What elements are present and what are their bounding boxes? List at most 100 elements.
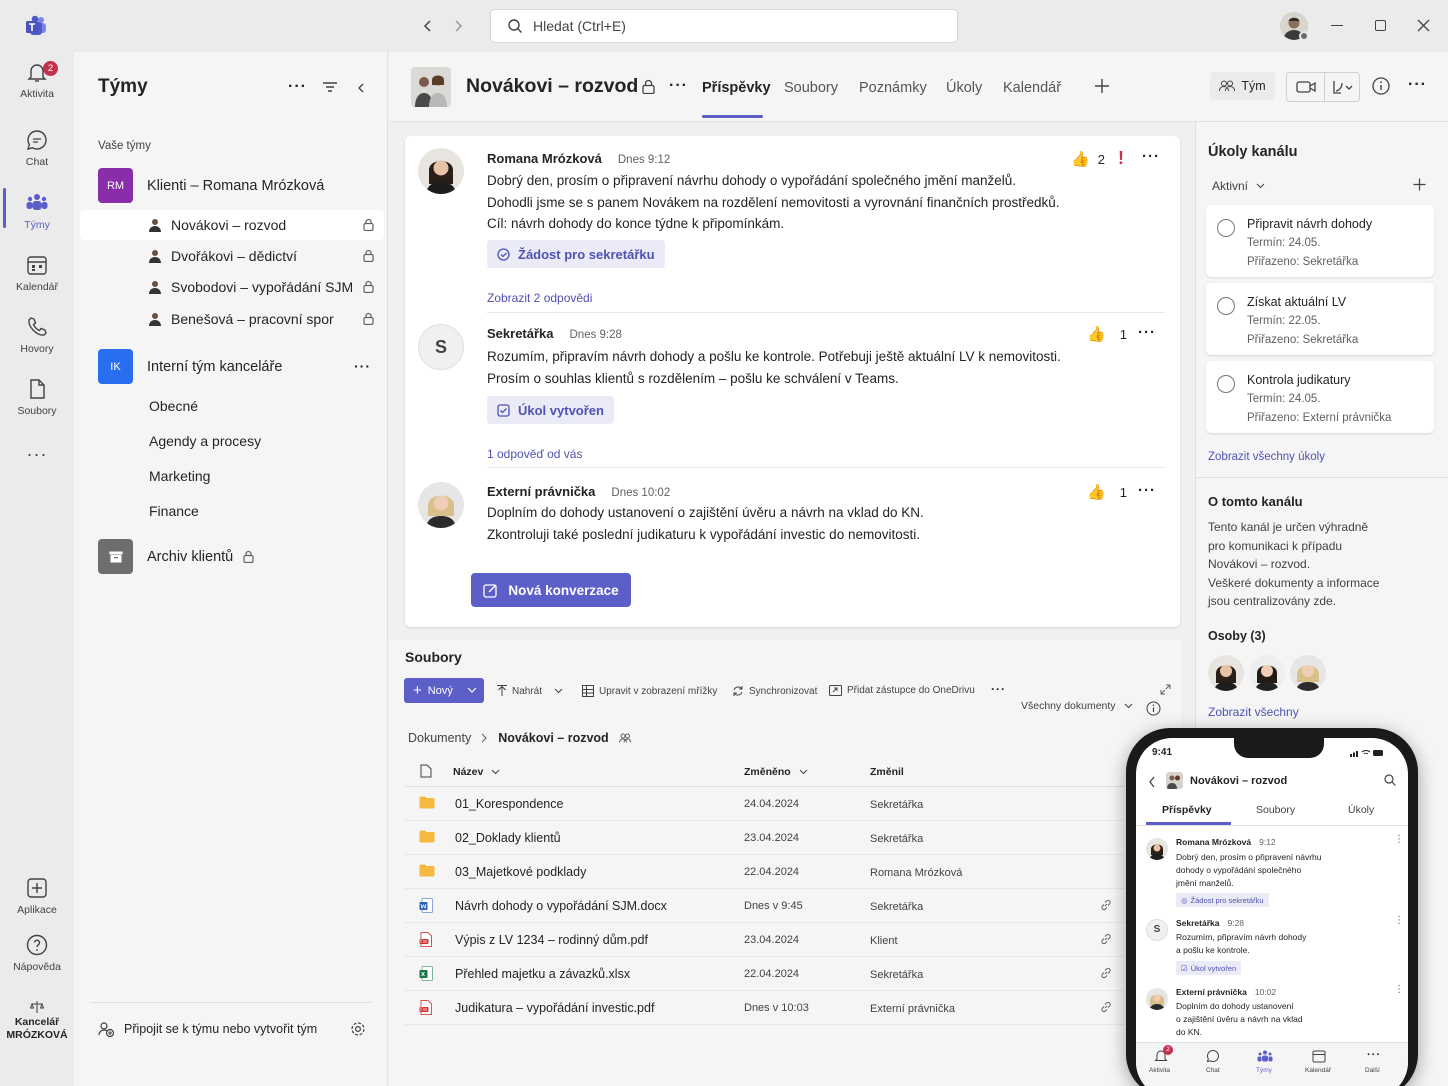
- rail-item-chat[interactable]: Chat: [0, 128, 74, 168]
- replies-link[interactable]: 1 odpověď od vás: [487, 447, 582, 461]
- person-avatar[interactable]: [1208, 655, 1244, 691]
- task-filter-dropdown[interactable]: Aktivní: [1212, 179, 1265, 193]
- expand-icon[interactable]: [1160, 684, 1171, 695]
- org-logo[interactable]: Kancelář MRÓZKOVÁ: [0, 1000, 74, 1042]
- post-author[interactable]: Sekretářka: [487, 326, 554, 341]
- phone-nav-more-icon[interactable]: ···: [1367, 1049, 1381, 1061]
- task-card[interactable]: Připravit návrh dohody Termín: 24.05. Př…: [1206, 205, 1434, 277]
- add-tab-icon[interactable]: [1094, 78, 1110, 94]
- rail-item-teams[interactable]: Týmy: [0, 191, 74, 231]
- phone-nav-chat[interactable]: [1206, 1049, 1220, 1063]
- settings-icon[interactable]: [350, 1021, 366, 1037]
- tab-poznamky[interactable]: Poznámky: [859, 80, 927, 96]
- channel-finance[interactable]: Finance: [149, 503, 199, 519]
- view-dropdown[interactable]: Všechny dokumenty: [1021, 700, 1133, 712]
- new-conversation-button[interactable]: Nová konverzace: [471, 573, 631, 607]
- link-icon[interactable]: [1100, 933, 1112, 945]
- link-icon[interactable]: [1100, 967, 1112, 979]
- file-row[interactable]: Judikatura – vypořádání investic.pdf Dnes…: [405, 991, 1125, 1025]
- forward-icon[interactable]: [451, 18, 465, 34]
- channel-benesova[interactable]: Benešová – pracovní spor: [80, 304, 384, 334]
- link-icon[interactable]: [1100, 899, 1112, 911]
- phone-back-icon[interactable]: [1148, 776, 1156, 788]
- back-icon[interactable]: [421, 18, 435, 34]
- file-name[interactable]: Přehled majetku a závazků.xlsx: [455, 967, 630, 981]
- rail-item-activity[interactable]: Aktivita 2: [0, 60, 74, 100]
- request-chip[interactable]: Žádost pro sekretářku: [487, 240, 665, 268]
- file-name[interactable]: 01_Korespondence: [455, 797, 563, 811]
- phone-nav-calendar[interactable]: [1312, 1049, 1326, 1063]
- collapse-pane-icon[interactable]: [354, 80, 368, 94]
- rail-item-help[interactable]: Nápověda: [0, 933, 74, 973]
- link-icon[interactable]: [1100, 1001, 1112, 1013]
- task-card[interactable]: Získat aktuální LV Termín: 22.05. Přiřaz…: [1206, 283, 1434, 355]
- tab-soubory[interactable]: Soubory: [784, 80, 838, 96]
- channel-novakovi[interactable]: Novákovi – rozvod: [80, 210, 384, 240]
- task-card[interactable]: Kontrola judikatury Termín: 24.05. Přiřa…: [1206, 361, 1434, 433]
- phone-tab-soubory[interactable]: Soubory: [1256, 804, 1295, 816]
- tab-prispevky[interactable]: Příspěvky: [702, 80, 771, 96]
- rail-item-calendar[interactable]: Kalendář: [0, 253, 74, 293]
- phone-post-more-icon[interactable]: ⋮: [1394, 834, 1404, 845]
- column-modified-by[interactable]: Změnil: [870, 766, 904, 778]
- minimize-icon[interactable]: [1331, 25, 1343, 27]
- person-avatar[interactable]: [1290, 655, 1326, 691]
- maximize-icon[interactable]: [1375, 20, 1386, 31]
- post-more-icon[interactable]: ···: [1142, 148, 1160, 165]
- file-row[interactable]: 03_Majetkové podklady 22.04.2024 Romana Mr…: [405, 855, 1125, 889]
- reaction-like[interactable]: 👍 1: [1087, 325, 1127, 343]
- team-archiv[interactable]: Archiv klientů: [98, 539, 254, 574]
- file-name[interactable]: Výpis z LV 1234 – rodinný dům.pdf: [455, 933, 648, 947]
- file-row[interactable]: Návrh dohody o vypořádání SJM.docx Dnes v…: [405, 889, 1125, 923]
- phone-search-icon[interactable]: [1384, 774, 1396, 786]
- tab-ukoly[interactable]: Úkoly: [946, 80, 982, 96]
- upload-button[interactable]: Nahrát: [497, 685, 563, 697]
- file-row[interactable]: 01_Korespondence 24.04.2024 Sekretářka: [405, 787, 1125, 821]
- meet-options-icon[interactable]: [1331, 79, 1355, 95]
- add-task-icon[interactable]: [1413, 178, 1426, 191]
- file-name[interactable]: 02_Doklady klientů: [455, 831, 561, 845]
- post-more-icon[interactable]: ···: [1138, 482, 1156, 499]
- grid-edit-button[interactable]: Upravit v zobrazení mřížky: [582, 685, 717, 697]
- breadcrumb-root[interactable]: Dokumenty: [408, 731, 471, 745]
- rail-item-files[interactable]: Soubory: [0, 377, 74, 417]
- header-more-icon[interactable]: ···: [1408, 76, 1427, 94]
- phone-tab-prispevky[interactable]: Příspěvky: [1162, 804, 1212, 816]
- channel-obecne[interactable]: Obecné: [149, 398, 198, 414]
- file-row[interactable]: 02_Doklady klientů 23.04.2024 Sekretářka: [405, 821, 1125, 855]
- rail-item-calls[interactable]: Hovory: [0, 315, 74, 355]
- phone-task-chip[interactable]: ☑ Úkol vytvořen: [1176, 961, 1242, 975]
- toolbar-more-icon[interactable]: ···: [991, 682, 1006, 696]
- file-row[interactable]: Výpis z LV 1234 – rodinný dům.pdf 23.04.2…: [405, 923, 1125, 957]
- info-icon[interactable]: [1372, 77, 1390, 95]
- info-icon[interactable]: [1146, 701, 1161, 716]
- more-options-icon[interactable]: ···: [288, 78, 307, 96]
- task-checkbox[interactable]: [1217, 219, 1235, 237]
- more-apps-icon[interactable]: ···: [0, 444, 74, 465]
- team-button[interactable]: Tým: [1210, 72, 1275, 100]
- task-checkbox[interactable]: [1217, 297, 1235, 315]
- phone-post-more-icon[interactable]: ⋮: [1394, 915, 1404, 926]
- file-name[interactable]: Judikatura – vypořádání investic.pdf: [455, 1001, 654, 1015]
- sync-button[interactable]: Synchronizovat: [732, 685, 817, 697]
- column-name[interactable]: Název: [453, 766, 500, 778]
- channel-agendy[interactable]: Agendy a procesy: [149, 433, 261, 449]
- reaction-like[interactable]: 👍 2: [1071, 150, 1105, 168]
- show-all-tasks-link[interactable]: Zobrazit všechny úkoly: [1208, 451, 1325, 463]
- post-author[interactable]: Externí právnička: [487, 484, 595, 499]
- show-replies-link[interactable]: Zobrazit 2 odpovědi: [487, 291, 592, 305]
- post-more-icon[interactable]: ···: [1138, 324, 1156, 341]
- search-input[interactable]: Hledat (Ctrl+E): [490, 9, 958, 43]
- phone-tab-ukoly[interactable]: Úkoly: [1348, 804, 1374, 816]
- team-interni[interactable]: IK Interní tým kanceláře: [98, 349, 282, 384]
- team-more-icon[interactable]: ···: [354, 358, 371, 374]
- channel-dvorakovi[interactable]: Dvořákovi – dědictví: [80, 241, 384, 271]
- file-row[interactable]: Přehled majetku a závazků.xlsx 22.04.2024…: [405, 957, 1125, 991]
- reaction-like[interactable]: 👍 1: [1087, 483, 1127, 501]
- file-name[interactable]: 03_Majetkové podklady: [455, 865, 586, 879]
- join-team-button[interactable]: Připojit se k týmu nebo vytvořit tým: [98, 1021, 317, 1037]
- phone-nav-teams[interactable]: [1257, 1049, 1273, 1063]
- filter-icon[interactable]: [322, 80, 338, 94]
- new-file-button[interactable]: + Nový: [404, 678, 484, 703]
- video-icon[interactable]: [1296, 80, 1316, 94]
